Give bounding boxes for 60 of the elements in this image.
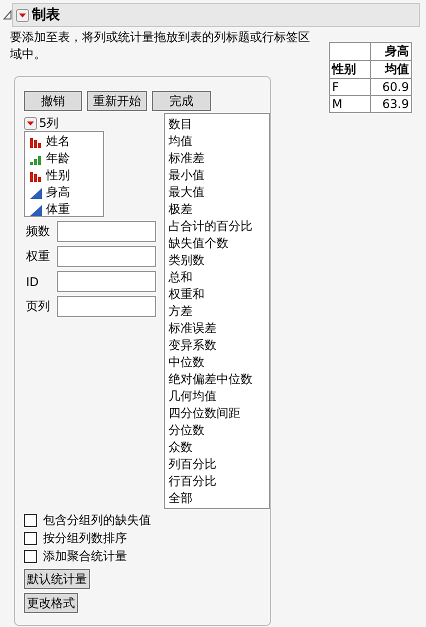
role-field[interactable]: [57, 271, 156, 292]
format-button[interactable]: 默认统计量: [24, 569, 90, 589]
field-label: 频数: [25, 223, 51, 240]
statistic-item[interactable]: 绝对偏差中位数: [168, 371, 269, 388]
columns-header: 5列: [39, 114, 59, 132]
statistic-item[interactable]: 最大值: [168, 184, 269, 201]
statistic-item[interactable]: 行百分比: [168, 473, 269, 490]
statistic-item[interactable]: 数目: [168, 116, 269, 133]
statistic-item[interactable]: 最小值: [168, 167, 269, 184]
panel-title: 制表: [32, 6, 60, 24]
disclosure-icon[interactable]: [3, 9, 12, 21]
statistic-item[interactable]: 缺失值个数: [168, 235, 269, 252]
statistic-item[interactable]: 权重和: [168, 286, 269, 303]
action-button[interactable]: 撤销: [24, 91, 82, 111]
checkbox-label: 按分组列数排序: [43, 530, 127, 546]
dropdown-icon[interactable]: [16, 8, 29, 22]
column-item[interactable]: 姓名: [46, 133, 70, 150]
column-item[interactable]: 体重: [46, 201, 70, 218]
dropdown-icon[interactable]: [24, 116, 37, 130]
role-field[interactable]: [57, 296, 156, 317]
statistic-item[interactable]: 众数: [168, 439, 269, 456]
statistic-item[interactable]: 分位数: [168, 422, 269, 439]
checkbox-label: 包含分组列的缺失值: [43, 512, 151, 528]
statistic-header: 均值: [370, 60, 412, 78]
column-header: 身高: [370, 42, 412, 60]
column-item[interactable]: 身高: [46, 184, 70, 201]
field-label: 权重: [25, 248, 51, 265]
table-cell: 60.9: [370, 78, 412, 96]
role-field[interactable]: [57, 221, 156, 242]
statistic-item[interactable]: 四分位数间距: [168, 405, 269, 422]
role-field[interactable]: [57, 246, 156, 267]
column-item[interactable]: 性别: [46, 167, 70, 184]
column-item[interactable]: 年龄: [46, 150, 70, 167]
statistic-item[interactable]: 总和: [168, 269, 269, 286]
row-label-header: 性别: [330, 60, 370, 78]
table-cell: 63.9: [370, 96, 412, 112]
statistic-item[interactable]: 标准差: [168, 150, 269, 167]
checkbox-label: 添加聚合统计量: [43, 548, 127, 564]
checkbox[interactable]: [24, 532, 37, 544]
action-button[interactable]: 完成: [152, 91, 211, 111]
statistic-item[interactable]: 中位数: [168, 354, 269, 371]
action-button[interactable]: 重新开始: [87, 91, 147, 111]
field-label: ID: [25, 274, 40, 288]
statistic-item[interactable]: 方差: [168, 303, 269, 320]
statistic-item[interactable]: 占合计的百分比: [168, 218, 269, 235]
statistic-item[interactable]: 变异系数: [168, 337, 269, 354]
statistic-item[interactable]: 均值: [168, 133, 269, 150]
checkbox[interactable]: [24, 550, 37, 562]
statistic-item[interactable]: 类别数: [168, 252, 269, 269]
statistic-item[interactable]: 全部: [168, 490, 269, 507]
statistic-item[interactable]: 列百分比: [168, 456, 269, 473]
instruction-text: 要添加至表，将列或统计量拖放到表的列标题或行标签区域中。: [10, 29, 311, 63]
row-label: F: [330, 78, 370, 96]
format-button[interactable]: 更改格式: [24, 593, 78, 613]
row-label: M: [330, 96, 370, 112]
checkbox[interactable]: [24, 514, 37, 526]
statistic-item[interactable]: 极差: [168, 201, 269, 218]
field-label: 页列: [25, 298, 51, 315]
statistic-item[interactable]: 标准误差: [168, 320, 269, 337]
statistic-item[interactable]: 几何均值: [168, 388, 269, 405]
